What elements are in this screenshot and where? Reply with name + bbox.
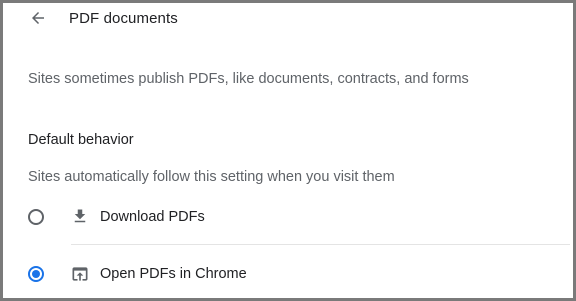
download-pdfs-label: Download PDFs: [100, 209, 205, 225]
open-in-chrome-radio[interactable]: [28, 266, 44, 282]
back-button[interactable]: [27, 7, 49, 29]
section-subtitle: Sites automatically follow this setting …: [28, 169, 395, 185]
page-title: PDF documents: [69, 9, 178, 27]
download-icon: [70, 207, 90, 227]
option-open-in-chrome[interactable]: Open PDFs in Chrome: [28, 260, 247, 288]
settings-page: PDF documents Sites sometimes publish PD…: [0, 0, 576, 301]
download-pdfs-radio[interactable]: [28, 209, 44, 225]
section-heading: Default behavior: [28, 132, 134, 148]
option-divider: [71, 244, 570, 245]
arrow-back-icon: [32, 12, 44, 24]
page-header: PDF documents: [27, 7, 178, 29]
open-in-chrome-label: Open PDFs in Chrome: [100, 266, 247, 282]
page-description: Sites sometimes publish PDFs, like docum…: [28, 71, 469, 87]
open-in-browser-icon: [70, 264, 90, 284]
option-download-pdfs[interactable]: Download PDFs: [28, 203, 205, 231]
